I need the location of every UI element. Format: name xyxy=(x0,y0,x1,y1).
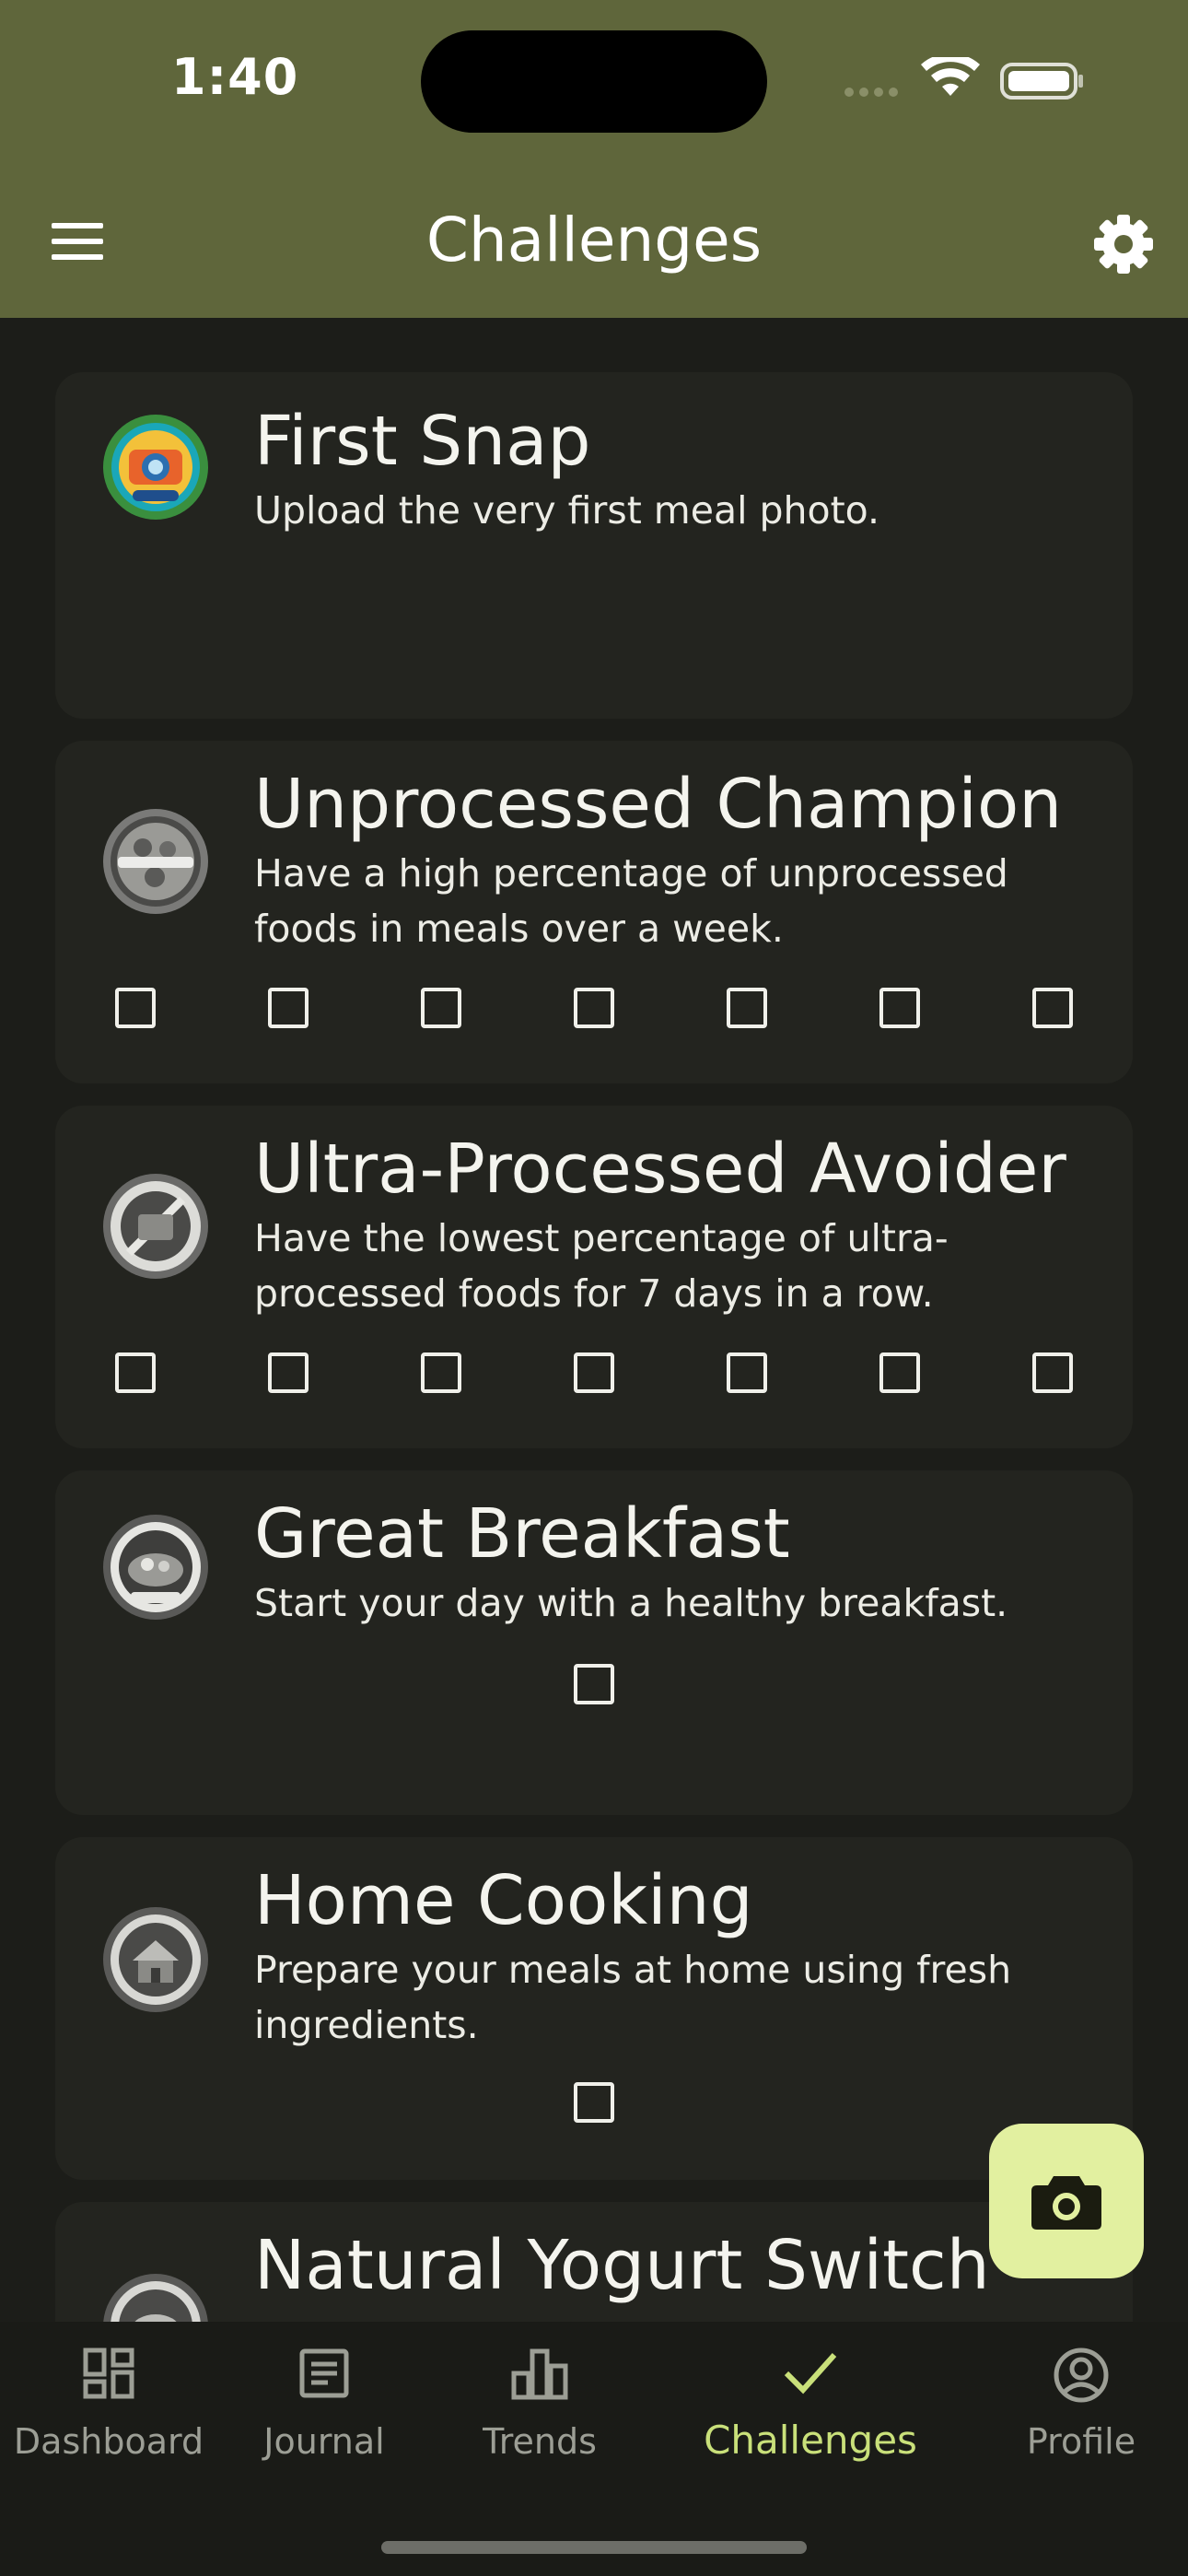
challenge-title: Home Cooking xyxy=(254,1861,753,1940)
status-time: 1:40 xyxy=(171,48,299,106)
challenge-title: Ultra-Processed Avoider xyxy=(254,1130,1066,1209)
camera-icon xyxy=(1031,2176,1101,2230)
day-checkbox[interactable] xyxy=(115,988,156,1028)
great-breakfast-badge-icon xyxy=(103,1515,208,1620)
nav-label: Dashboard xyxy=(13,2421,204,2462)
nav-label: Profile xyxy=(1026,2421,1136,2462)
nav-label: Challenges xyxy=(704,2418,917,2463)
dynamic-island xyxy=(421,30,767,133)
challenge-title: Unprocessed Champion xyxy=(254,765,1063,844)
nav-item-trends[interactable]: Trends xyxy=(431,2322,648,2478)
day-checkbox[interactable] xyxy=(1032,1352,1073,1393)
home-indicator xyxy=(381,2541,807,2554)
challenge-card-home-cooking[interactable]: Home Cooking Prepare your meals at home … xyxy=(55,1837,1133,2180)
challenge-card-first-snap[interactable]: First Snap Upload the very first meal ph… xyxy=(55,372,1133,719)
trends-icon xyxy=(511,2348,568,2400)
challenge-description: Upload the very first meal photo. xyxy=(254,488,880,533)
challenge-card-ultra-processed-avoider[interactable]: Ultra-Processed Avoider Have the lowest … xyxy=(55,1106,1133,1448)
challenges-list: First Snap Upload the very first meal ph… xyxy=(55,372,1133,2427)
day-checkbox[interactable] xyxy=(574,1352,614,1393)
daily-progress-checkboxes xyxy=(55,1664,1133,1704)
daily-progress-checkboxes xyxy=(55,2082,1133,2123)
bottom-navigation: Dashboard Journal Trends Challenges Prof… xyxy=(0,2322,1188,2576)
day-checkbox[interactable] xyxy=(268,988,309,1028)
ultra-processed-avoider-badge-icon xyxy=(103,1174,208,1279)
challenge-card-unprocessed-champion[interactable]: Unprocessed Champion Have a high percent… xyxy=(55,741,1133,1083)
day-checkbox[interactable] xyxy=(1032,988,1073,1028)
dashboard-icon xyxy=(83,2348,134,2399)
day-checkbox[interactable] xyxy=(421,988,461,1028)
challenge-description: Have a high percentage of unprocessed fo… xyxy=(254,851,1008,951)
page-title: Challenges xyxy=(425,205,763,275)
nav-item-profile[interactable]: Profile xyxy=(974,2322,1188,2478)
challenge-title: Natural Yogurt Switch xyxy=(254,2226,990,2305)
day-checkbox[interactable] xyxy=(421,1352,461,1393)
first-snap-badge-icon xyxy=(103,415,208,520)
challenge-description: Prepare your meals at home using fresh i… xyxy=(254,1948,1012,2047)
nav-item-journal[interactable]: Journal xyxy=(217,2322,431,2478)
day-checkbox[interactable] xyxy=(574,2082,614,2123)
status-icons xyxy=(844,57,1083,100)
day-checkbox[interactable] xyxy=(115,1352,156,1393)
challenge-card-great-breakfast[interactable]: Great Breakfast Start your day with a he… xyxy=(55,1470,1133,1815)
day-checkbox[interactable] xyxy=(879,1352,920,1393)
nav-item-challenges[interactable]: Challenges xyxy=(672,2322,949,2478)
daily-progress-checkboxes xyxy=(55,988,1133,1028)
challenge-description: Have the lowest percentage of ultra-proc… xyxy=(254,1216,949,1316)
daily-progress-checkboxes xyxy=(55,1352,1133,1393)
challenge-title: Great Breakfast xyxy=(254,1494,790,1574)
camera-fab-button[interactable] xyxy=(989,2124,1144,2278)
nav-label: Trends xyxy=(483,2421,597,2462)
app-header: 1:40 Challenges xyxy=(0,0,1188,318)
challenge-description: Start your day with a healthy breakfast. xyxy=(254,1581,1008,1625)
day-checkbox[interactable] xyxy=(879,988,920,1028)
journal-icon xyxy=(299,2348,349,2398)
day-checkbox[interactable] xyxy=(727,1352,767,1393)
day-checkbox[interactable] xyxy=(574,988,614,1028)
nav-label: Journal xyxy=(263,2421,385,2462)
challenge-title: First Snap xyxy=(254,402,591,481)
unprocessed-champion-badge-icon xyxy=(103,809,208,914)
check-icon xyxy=(784,2352,837,2395)
day-checkbox[interactable] xyxy=(574,1664,614,1704)
home-cooking-badge-icon xyxy=(103,1907,208,2012)
profile-icon xyxy=(1054,2348,1109,2403)
day-checkbox[interactable] xyxy=(268,1352,309,1393)
nav-item-dashboard[interactable]: Dashboard xyxy=(0,2322,217,2478)
settings-gear-icon[interactable] xyxy=(1087,207,1160,281)
day-checkbox[interactable] xyxy=(727,988,767,1028)
